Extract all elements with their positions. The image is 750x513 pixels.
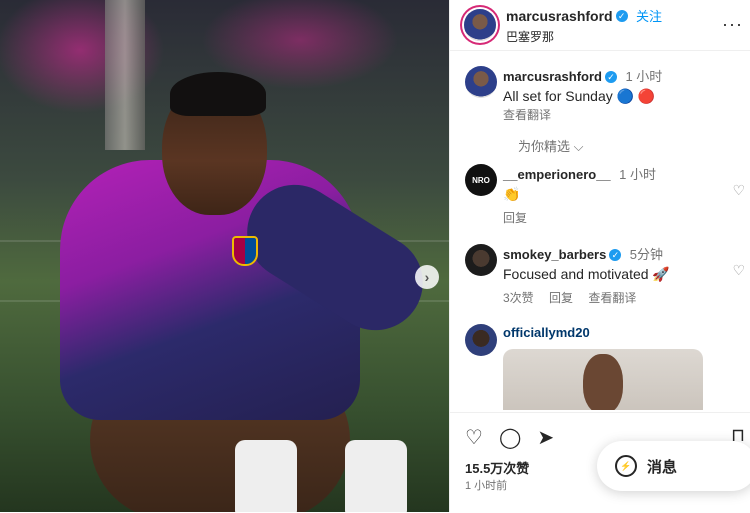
caption-author-avatar[interactable] <box>465 66 497 98</box>
commenter-avatar[interactable] <box>465 244 497 276</box>
messenger-icon: ⚡ <box>615 455 637 477</box>
club-crest <box>232 236 258 266</box>
carousel-next-button[interactable]: › <box>415 265 439 289</box>
caption-author[interactable]: marcusrashford <box>503 69 602 84</box>
messages-label: 消息 <box>647 458 678 476</box>
chevron-right-icon: › <box>424 269 430 285</box>
like-comment-icon[interactable]: ♡ <box>732 182 745 199</box>
author-avatar[interactable] <box>464 9 496 41</box>
commenter-avatar[interactable] <box>465 324 497 356</box>
commenter-name[interactable]: officiallymd20 <box>503 325 590 340</box>
caption-time: 1 小时 <box>625 69 663 84</box>
post-actions: ♡ ◯ ➤ ⊓ 15.5万次赞 1 小时前 ⚡ 消息 <box>450 412 750 513</box>
comment-icon[interactable]: ◯ <box>499 425 521 450</box>
comments-list: marcusrashford ✓ 1 小时 All set for Sunday … <box>450 60 750 410</box>
verified-icon: ✓ <box>604 70 617 83</box>
comment-text: 👏 <box>503 186 521 202</box>
comment-image[interactable] <box>503 349 703 410</box>
comment-text: Focused and motivated 🚀 <box>503 266 670 282</box>
post-time: 1 小时前 <box>465 480 508 492</box>
post-side-panel: marcusrashford ✓ 关注 巴塞罗那 ··· marcusrashfo… <box>449 0 750 512</box>
share-icon[interactable]: ➤ <box>537 425 554 450</box>
more-options-icon[interactable]: ··· <box>722 14 743 35</box>
comment-time: 1 小时 <box>619 167 656 182</box>
messages-button[interactable]: ⚡ 消息 <box>597 441 750 491</box>
follow-button[interactable]: 关注 <box>636 9 662 24</box>
commenter-name[interactable]: __emperionero__ <box>503 167 611 182</box>
author-name[interactable]: marcusrashford <box>506 8 613 24</box>
comment-likes[interactable]: 3次赞 <box>503 291 534 305</box>
comment-image-face <box>583 354 623 410</box>
player-hair <box>170 72 266 116</box>
post-header: marcusrashford ✓ 关注 巴塞罗那 ··· <box>450 0 750 51</box>
reply-button[interactable]: 回复 <box>549 291 573 305</box>
verified-icon: ✓ <box>615 10 628 23</box>
background-pole <box>105 0 145 150</box>
reply-button[interactable]: 回复 <box>503 211 527 225</box>
like-icon[interactable]: ♡ <box>465 425 483 450</box>
player-sock <box>345 440 407 512</box>
caption-text: All set for Sunday 🔵 🔴 <box>503 88 656 104</box>
post-location[interactable]: 巴塞罗那 <box>506 28 662 45</box>
commenter-avatar[interactable]: NRO <box>465 164 497 196</box>
post-photo: › <box>0 0 449 512</box>
like-comment-icon[interactable]: ♡ <box>732 262 745 279</box>
author-block: marcusrashford ✓ 关注 巴塞罗那 <box>506 6 662 45</box>
likes-count[interactable]: 15.5万次赞 <box>465 458 529 477</box>
commenter-name[interactable]: smokey_barbers <box>503 247 606 262</box>
player-sock <box>235 440 297 512</box>
sort-selector[interactable]: 为你精选 ⌵ <box>518 136 583 155</box>
verified-icon: ✓ <box>609 248 622 261</box>
caption-translate-link[interactable]: 查看翻译 <box>503 108 551 122</box>
comment-time: 5分钟 <box>629 247 664 262</box>
translate-link[interactable]: 查看翻译 <box>588 291 636 305</box>
